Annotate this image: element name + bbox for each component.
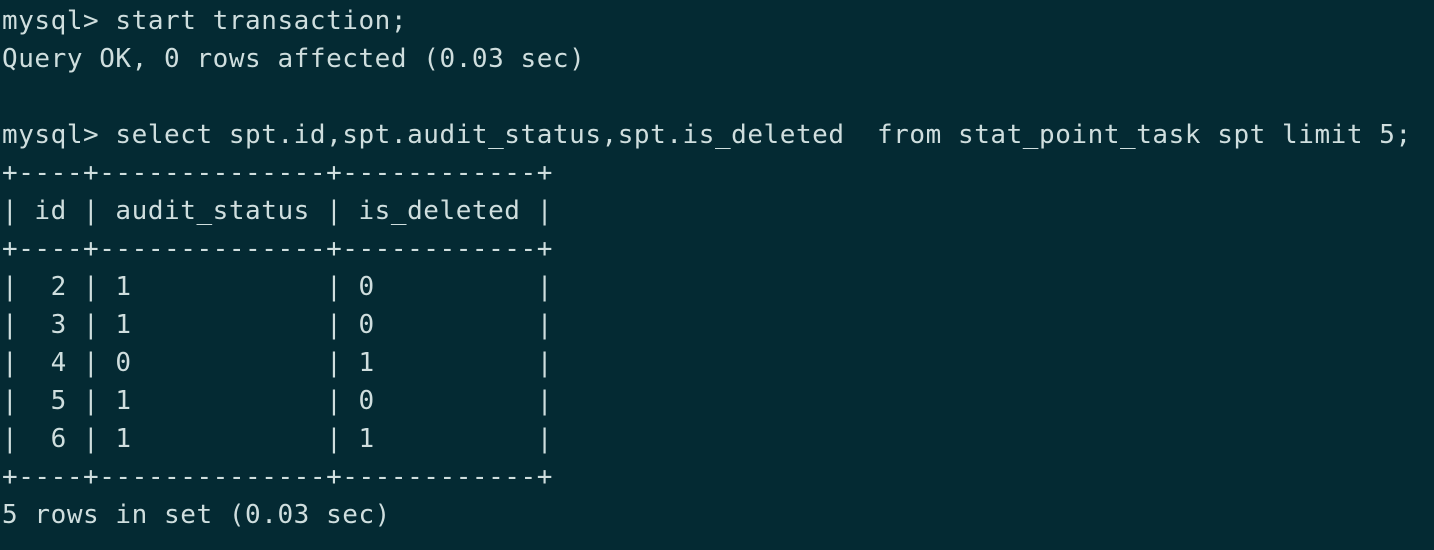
- table-header-row: | id | audit_status | is_deleted |: [2, 196, 553, 226]
- table-border-bottom: +----+--------------+------------+: [2, 462, 553, 492]
- table-row: | 2 | 1 | 0 |: [2, 272, 553, 302]
- table-border-header: +----+--------------+------------+: [2, 234, 553, 264]
- terminal-line-result-row-count: 5 rows in set (0.03 sec): [2, 500, 391, 530]
- terminal-output[interactable]: mysql> start transaction; Query OK, 0 row…: [0, 0, 1434, 534]
- table-row: | 3 | 1 | 0 |: [2, 310, 553, 340]
- terminal-line-command-select: mysql> select spt.id,spt.audit_status,sp…: [2, 120, 1412, 150]
- table-row: | 6 | 1 | 1 |: [2, 424, 553, 454]
- table-row: | 4 | 0 | 1 |: [2, 348, 553, 378]
- terminal-window[interactable]: mysql> start transaction; Query OK, 0 row…: [0, 0, 1434, 550]
- table-border-top: +----+--------------+------------+: [2, 158, 553, 188]
- table-row: | 5 | 1 | 0 |: [2, 386, 553, 416]
- terminal-line-command-start-transaction: mysql> start transaction;: [2, 6, 408, 36]
- terminal-line-result-query-ok: Query OK, 0 rows affected (0.03 sec): [2, 44, 586, 74]
